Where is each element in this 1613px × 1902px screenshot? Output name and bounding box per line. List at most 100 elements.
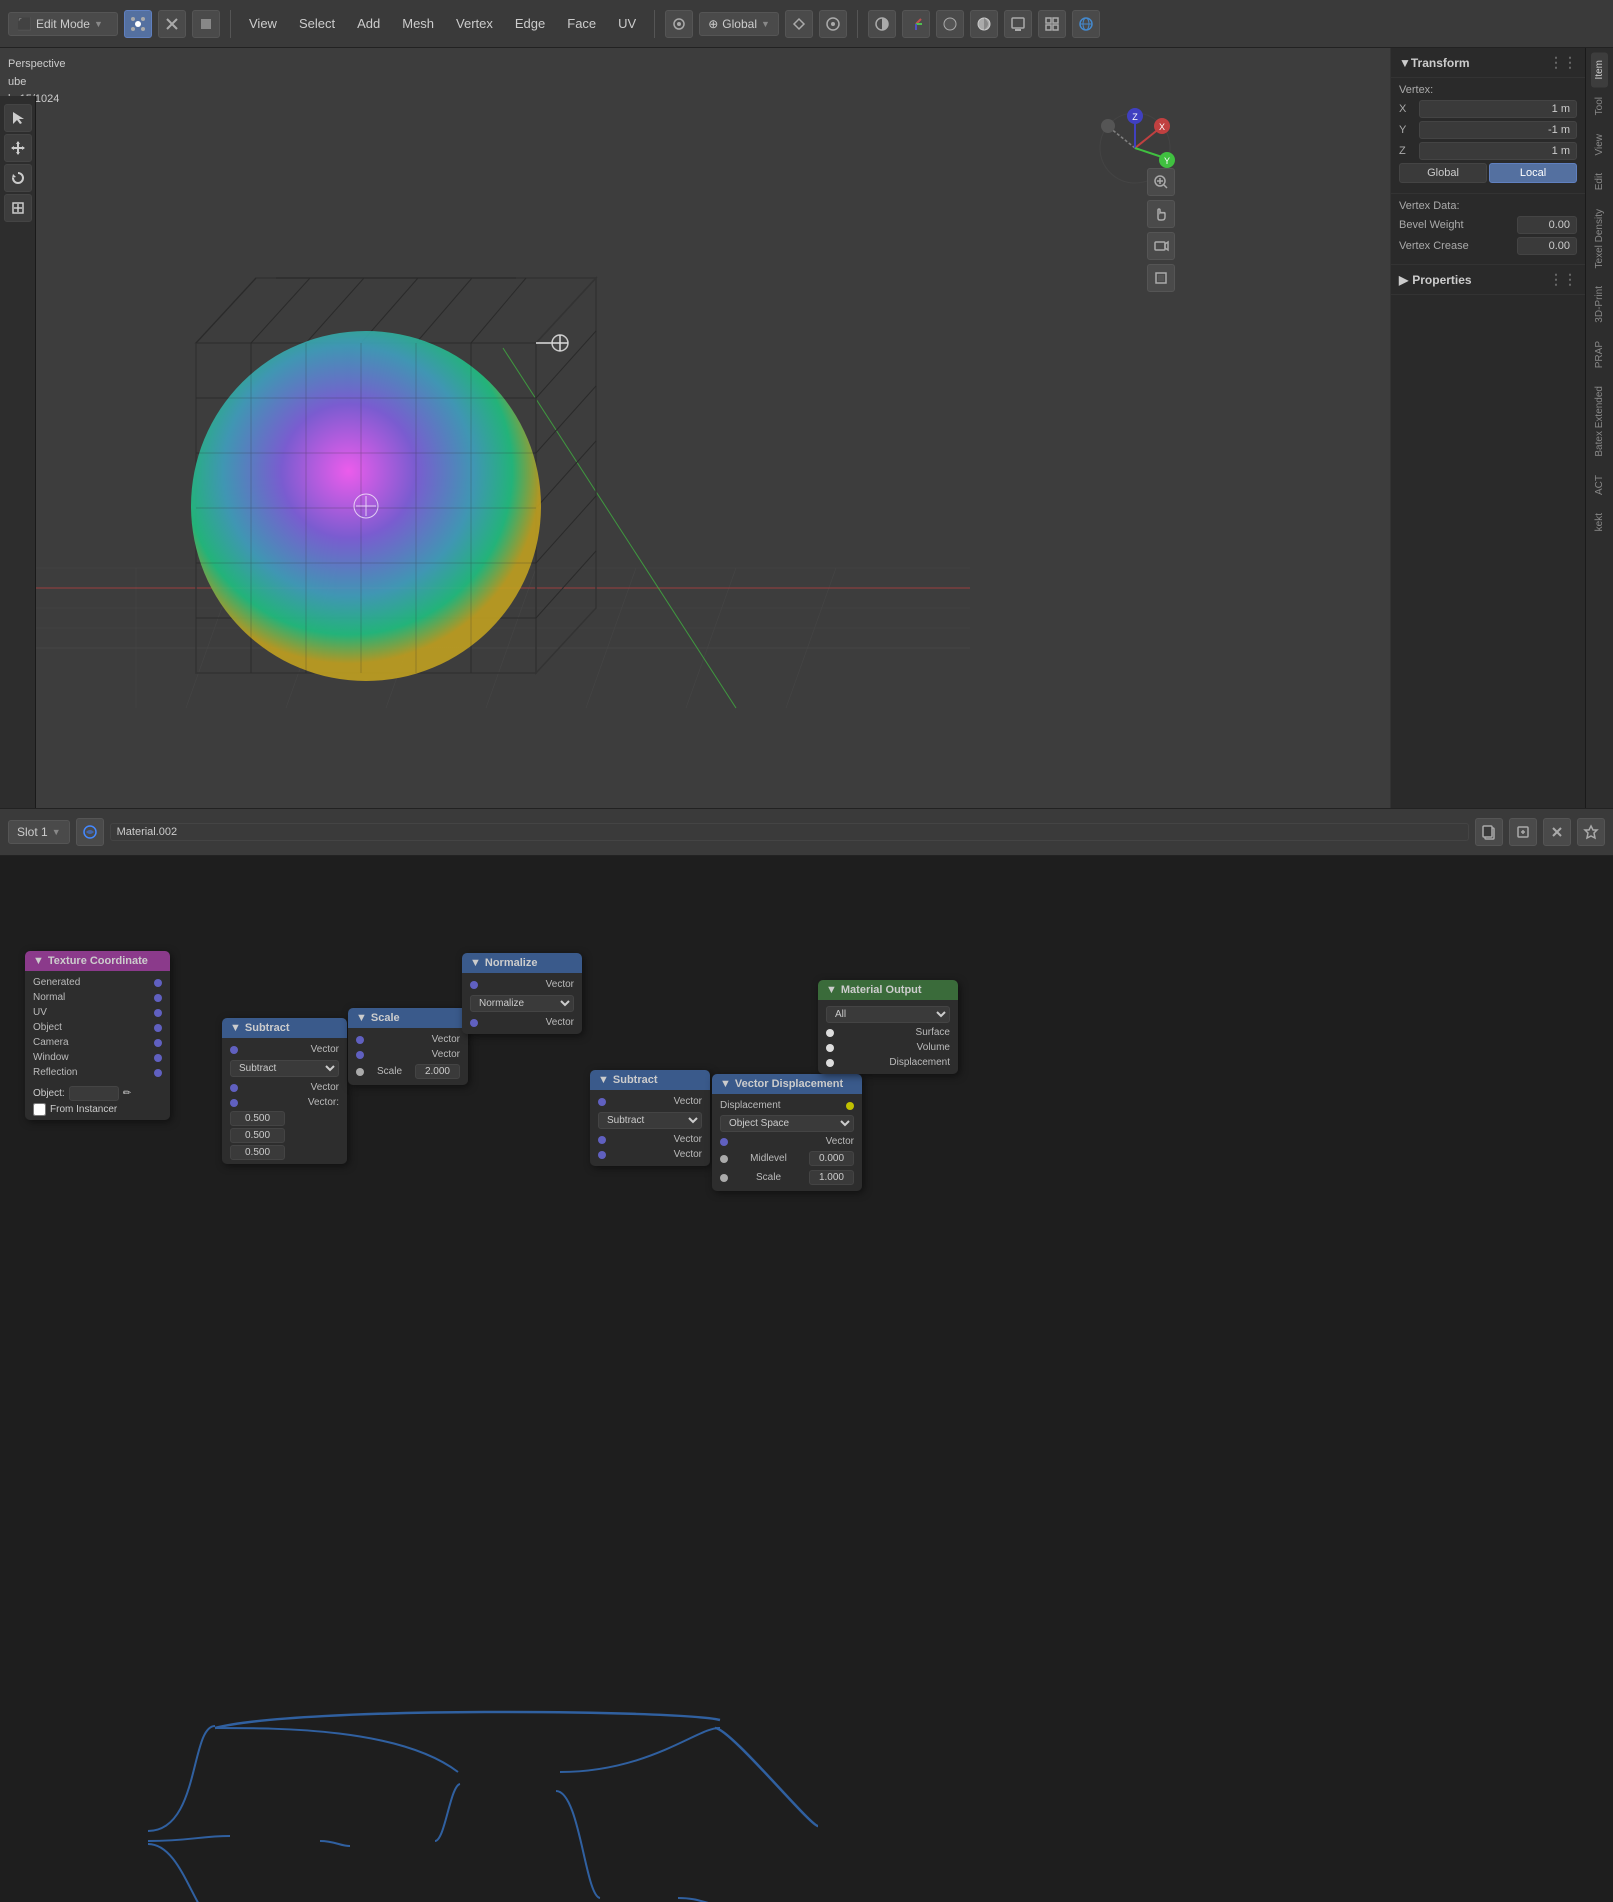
sub1-val1-input[interactable] [230,1111,285,1126]
sidebar-tab-edit[interactable]: Edit [1591,165,1608,198]
sidebar-tab-act[interactable]: ACT [1591,467,1608,503]
sidebar-tab-view[interactable]: View [1591,126,1608,164]
sub1-operation-select[interactable]: Subtract [230,1060,339,1077]
sub1-val2-input[interactable] [230,1128,285,1143]
tc-reflection-socket[interactable] [154,1069,162,1077]
y-input[interactable] [1419,121,1577,139]
world-icon[interactable] [1072,10,1100,38]
bevel-weight-input[interactable] [1517,216,1577,234]
sidebar-tab-item[interactable]: Item [1591,52,1608,87]
material-output-node[interactable]: ▼ Material Output All Surface Volume Dis… [818,980,958,1074]
sidebar-tab-prap[interactable]: PRAP [1591,333,1608,376]
material-delete-icon[interactable] [1543,818,1571,846]
scale-value-input[interactable] [415,1064,460,1079]
vd-scale-input[interactable] [809,1170,854,1185]
global-btn[interactable]: Global [1399,163,1487,183]
overlay-btn-2[interactable] [158,10,186,38]
scale-v-socket[interactable] [356,1051,364,1059]
tc-camera-socket[interactable] [154,1039,162,1047]
material-sphere-icon[interactable] [76,818,104,846]
mo-volume-socket[interactable] [826,1044,834,1052]
tc-normal-socket[interactable] [154,994,162,1002]
material-pin-icon[interactable] [1577,818,1605,846]
properties-section-header[interactable]: ▶ Properties ⋮⋮ [1391,265,1585,295]
vertex-menu[interactable]: Vertex [448,12,501,35]
add-menu[interactable]: Add [349,12,388,35]
tc-window-socket[interactable] [154,1054,162,1062]
view-menu[interactable]: View [241,12,285,35]
sidebar-tab-tool[interactable]: Tool [1591,89,1608,123]
local-btn[interactable]: Local [1489,163,1577,183]
sidebar-tab-kekt[interactable]: kekt [1591,505,1608,539]
vd-mid-socket[interactable] [720,1155,728,1163]
z-input[interactable] [1419,142,1577,160]
x-input[interactable] [1419,100,1577,118]
overlay-btn-1[interactable] [124,10,152,38]
slot-dropdown[interactable]: Slot 1 ▼ [8,820,70,844]
mode-dropdown[interactable]: ⬛ Edit Mode ▼ [8,12,118,36]
zoom-in-btn[interactable] [1147,168,1175,196]
hand-tool-btn[interactable] [1147,200,1175,228]
norm-v-socket[interactable] [470,1019,478,1027]
viewport-shading-2[interactable] [970,10,998,38]
rotate-tool[interactable] [4,164,32,192]
vd-disp-out-socket[interactable] [846,1102,854,1110]
sub2-operation-select[interactable]: Subtract [598,1112,702,1129]
scale-node[interactable]: ▼ Scale Vector Vector Scale [348,1008,468,1085]
vd-v-socket[interactable] [720,1138,728,1146]
sub2-v1-socket[interactable] [598,1136,606,1144]
sidebar-tab-texel[interactable]: Texel Density [1591,201,1608,276]
uv-menu[interactable]: UV [610,12,644,35]
transform-panel-header[interactable]: ▼ Transform ⋮⋮ [1391,48,1585,78]
material-copy-icon[interactable] [1475,818,1503,846]
scale-in-socket[interactable] [356,1036,364,1044]
vd-midlevel-input[interactable] [809,1151,854,1166]
texture-coord-node[interactable]: ▼ Texture Coordinate Generated Normal UV… [25,951,170,1120]
viewport-shading-1[interactable] [936,10,964,38]
sub1-v2-socket[interactable] [230,1099,238,1107]
vertex-crease-input[interactable] [1517,237,1577,255]
sub2-in-socket[interactable] [598,1098,606,1106]
tc-uv-socket[interactable] [154,1009,162,1017]
subtract1-node[interactable]: ▼ Subtract Vector Subtract Vector Vector… [222,1018,347,1164]
scale-s-socket[interactable] [356,1068,364,1076]
edge-menu[interactable]: Edge [507,12,553,35]
move-tool[interactable] [4,134,32,162]
face-menu[interactable]: Face [559,12,604,35]
subtract2-node[interactable]: ▼ Subtract Vector Subtract Vector Vector [590,1070,710,1166]
camera-view-btn[interactable] [1147,232,1175,260]
orthographic-btn[interactable] [1147,264,1175,292]
gizmo-toggle[interactable] [902,10,930,38]
tc-object-input[interactable] [69,1086,119,1101]
overlay-btn-3[interactable] [192,10,220,38]
sub2-v2-socket[interactable] [598,1151,606,1159]
node-editor[interactable]: ▼ Texture Coordinate Generated Normal UV… [0,856,1613,1902]
select-menu[interactable]: Select [291,12,343,35]
snap-icon[interactable] [785,10,813,38]
normalize-node[interactable]: ▼ Normalize Vector Normalize Vector [462,953,582,1034]
tc-generated-socket[interactable] [154,979,162,987]
tc-object-socket[interactable] [154,1024,162,1032]
mo-surface-socket[interactable] [826,1029,834,1037]
material-new-icon[interactable] [1509,818,1537,846]
material-name-field[interactable]: Material.002 [110,823,1469,841]
vd-scale-socket[interactable] [720,1174,728,1182]
proportional-icon[interactable] [819,10,847,38]
sub1-in-socket[interactable] [230,1046,238,1054]
tc-from-instancer-check[interactable] [33,1103,46,1116]
render-icon[interactable] [1004,10,1032,38]
panel-options[interactable]: ⋮⋮ [1549,54,1577,71]
mo-disp-socket[interactable] [826,1059,834,1067]
norm-operation-select[interactable]: Normalize [470,995,574,1012]
select-tool[interactable] [4,104,32,132]
mo-target-select[interactable]: All [826,1006,950,1023]
mesh-menu[interactable]: Mesh [394,12,442,35]
norm-in-socket[interactable] [470,981,478,989]
vd-space-select[interactable]: Object Space Tangent Space World Space [720,1115,854,1132]
properties-options[interactable]: ⋮⋮ [1549,271,1577,288]
sub1-val3-input[interactable] [230,1145,285,1160]
viewport-area[interactable]: Perspective ube le 15/1024 X [0,48,1390,808]
overlay-toggle[interactable] [868,10,896,38]
sidebar-tab-3dprint[interactable]: 3D-Print [1591,278,1608,331]
scale-tool[interactable] [4,194,32,222]
